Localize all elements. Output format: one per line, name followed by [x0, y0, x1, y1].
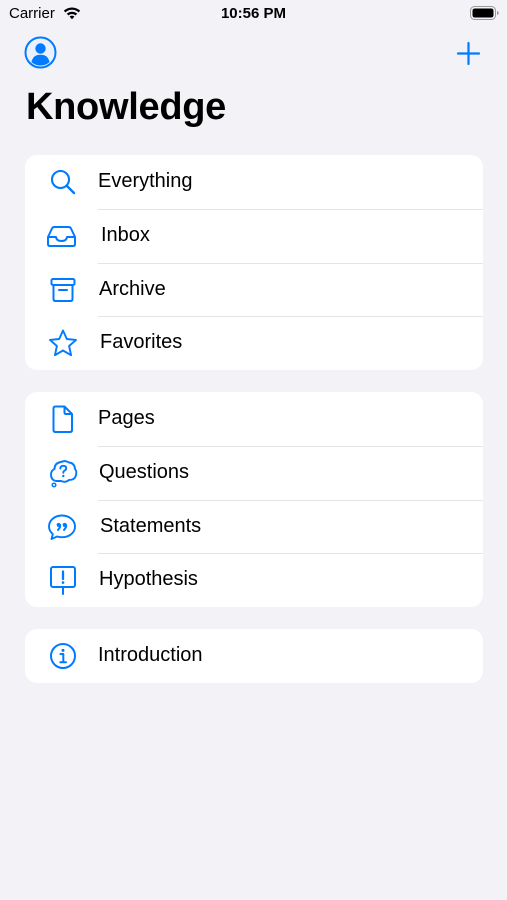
list-item-pages[interactable]: Pages: [25, 392, 483, 446]
list-item-label: Introduction: [98, 644, 203, 666]
battery-icon: [470, 6, 500, 21]
section-collections: Everything Inbox Archive Favorites: [25, 155, 483, 370]
list-item-label: Hypothesis: [99, 568, 198, 591]
list-item-hypothesis[interactable]: Hypothesis: [25, 553, 483, 607]
list-item-everything[interactable]: Everything: [25, 155, 483, 209]
star-icon: [48, 328, 78, 358]
list-item-inbox[interactable]: Inbox: [25, 208, 483, 263]
person-circle-icon: [24, 36, 57, 69]
list-item-label: Favorites: [100, 331, 183, 354]
list-item-label: Statements: [100, 514, 202, 537]
section-help: Introduction: [25, 629, 483, 683]
list-item-archive[interactable]: Archive: [25, 262, 483, 317]
info-circle-icon: [48, 641, 78, 671]
list-item-label: Archive: [99, 277, 166, 300]
list-item-label: Pages: [98, 407, 155, 429]
list-item-favorites[interactable]: Favorites: [25, 316, 483, 370]
archive-box-icon: [48, 275, 78, 305]
profile-avatar-button[interactable]: [24, 36, 57, 69]
page-title: Knowledge: [26, 86, 226, 128]
list-item-label: Everything: [98, 170, 193, 192]
exclamation-sign-icon: [48, 565, 78, 596]
status-time: 10:56 PM: [220, 5, 287, 22]
list-item-questions[interactable]: Questions: [25, 445, 483, 500]
add-button[interactable]: [455, 40, 482, 67]
tray-icon: [47, 221, 78, 251]
list-item-introduction[interactable]: Introduction: [25, 629, 483, 683]
list-item-label: Questions: [99, 460, 190, 483]
status-bar: Carrier 10:56 PM: [0, 0, 507, 28]
section-types: Pages Questions Statements Hypothesis: [25, 392, 483, 607]
document-icon: [48, 404, 78, 434]
list-item-label: Inbox: [101, 223, 150, 246]
question-bubble-icon: [48, 458, 78, 488]
search-icon: [48, 167, 78, 197]
plus-icon: [456, 41, 481, 66]
quote-bubble-icon: [48, 512, 78, 542]
list-item-statements[interactable]: Statements: [25, 499, 483, 554]
screen: Carrier 10:56 PM Knowledge Everything In…: [0, 0, 507, 900]
